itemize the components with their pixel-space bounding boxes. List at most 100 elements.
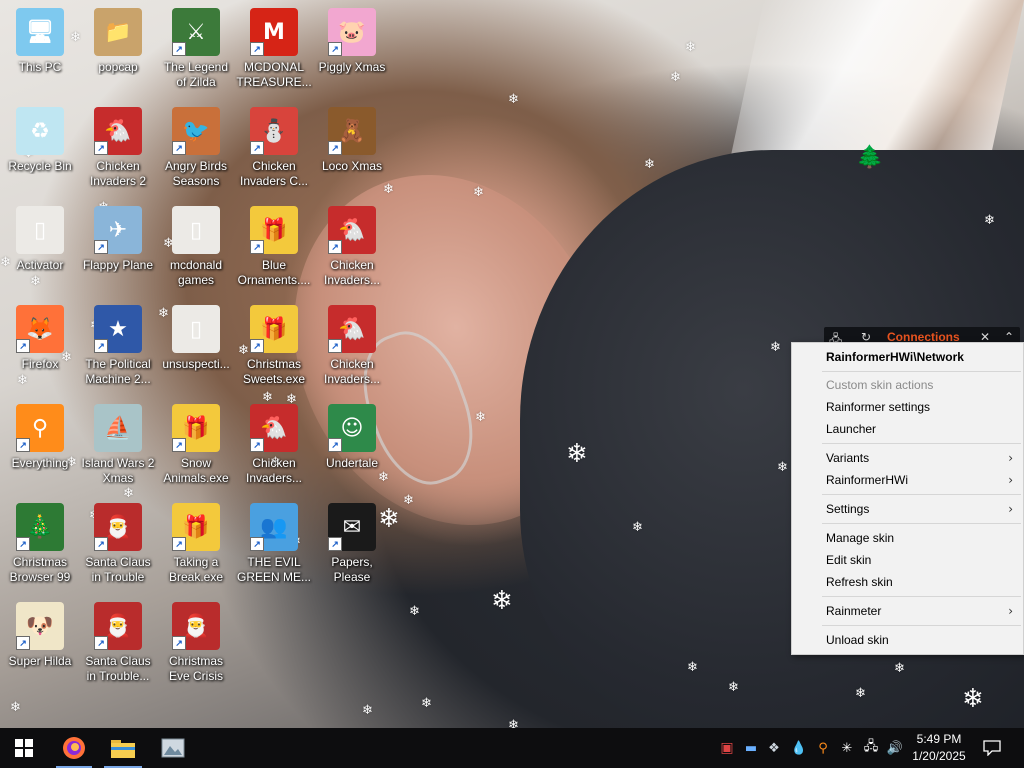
plane-icon: ✈ ↗	[94, 206, 142, 254]
search-icon: ⚲ ↗	[16, 404, 64, 452]
tray-network-button[interactable]: 🖧	[860, 728, 882, 768]
desktop-icon[interactable]: 🎁 ↗ Blue Ornaments....	[235, 201, 313, 293]
menu-item-unload-skin[interactable]: Unload skin	[792, 629, 1023, 651]
desktop-icon[interactable]: 🎁 ↗ Snow Animals.exe	[157, 399, 235, 491]
political-icon: ★ ↗	[94, 305, 142, 353]
desktop-icon[interactable]: 🎁 ↗ Christmas Sweets.exe	[235, 300, 313, 392]
desktop-icon[interactable]: 🎄 ↗ Christmas Browser 99	[1, 498, 79, 590]
menu-item-rainformerhwi[interactable]: RainformerHWi ›	[792, 469, 1023, 491]
shortcut-arrow-icon: ↗	[328, 240, 342, 254]
taskbar-clock[interactable]: 5:49 PM 1/20/2025	[908, 731, 970, 765]
desktop-icon-label: unsuspecti...	[162, 357, 230, 371]
desktop-icon-label: popcap	[98, 60, 138, 74]
tray-security-button[interactable]: ▣	[716, 728, 738, 768]
clock-date: 1/20/2025	[912, 749, 966, 763]
notification-center-button[interactable]	[978, 728, 1006, 768]
desktop-icon[interactable]: 🐶 ↗ Super Hilda	[1, 597, 79, 689]
firefox-icon	[63, 737, 85, 759]
desktop-icon-label: Taking a Break.exe	[168, 555, 224, 584]
desktop-icon[interactable]: ☺ ↗ Undertale	[313, 399, 391, 491]
desktop-icon-label: MCDONAL TREASURE...	[236, 60, 312, 89]
desktop-icon[interactable]: ⛄ ↗ Chicken Invaders C...	[235, 102, 313, 194]
desktop-icon[interactable]: 🖥 This PC	[1, 3, 79, 95]
file-icon: ▯	[172, 305, 220, 353]
tray-volume-button[interactable]: 🔊	[884, 728, 906, 768]
desktop-icon[interactable]: 🐔 ↗ Chicken Invaders 2	[79, 102, 157, 194]
shortcut-arrow-icon: ↗	[328, 537, 342, 551]
desktop-icon[interactable]: 🎅 ↗ Santa Claus in Trouble	[79, 498, 157, 590]
tray-display-button[interactable]: ▬	[740, 728, 762, 768]
desktop-icon[interactable]: ▯ unsuspecti...	[157, 300, 235, 392]
tray-droplet-button[interactable]: 💧	[788, 728, 810, 768]
desktop-icon[interactable]: 🧸 ↗ Loco Xmas	[313, 102, 391, 194]
desktop-icon[interactable]: ▯ Activator	[1, 201, 79, 293]
desktop-icon-label: Christmas Browser 99	[9, 555, 71, 584]
desktop-icon[interactable]: 👥 ↗ THE EVIL GREEN ME...	[235, 498, 313, 590]
recycle-bin-icon: ♻	[16, 107, 64, 155]
santa-icon: 🎅 ↗	[172, 602, 220, 650]
shortcut-arrow-icon: ↗	[94, 636, 108, 650]
shortcut-arrow-icon: ↗	[94, 537, 108, 551]
desktop-icon[interactable]: 🐦 ↗ Angry Birds Seasons	[157, 102, 235, 194]
desktop-icon-label: Santa Claus in Trouble... A...	[85, 654, 151, 683]
desktop-icon[interactable]: M ↗ MCDONAL TREASURE...	[235, 3, 313, 95]
icon-glyph: 🖥	[26, 19, 54, 45]
taskbar-file-explorer-button[interactable]	[98, 728, 148, 768]
menu-separator	[822, 371, 1021, 372]
desktop-icon-label: mcdonald games	[169, 258, 223, 287]
desktop-icon[interactable]: 🐔 ↗ Chicken Invaders...	[235, 399, 313, 491]
desktop-icon[interactable]: ♻ Recycle Bin	[1, 102, 79, 194]
menu-item-manage-skin[interactable]: Manage skin	[792, 527, 1023, 549]
desktop-icon[interactable]: ⛵ Island Wars 2 Xmas	[79, 399, 157, 491]
menu-item-variants[interactable]: Variants ›	[792, 447, 1023, 469]
desktop-icon[interactable]: 🎁 ↗ Taking a Break.exe	[157, 498, 235, 590]
menu-header: RainformerHWi\Network	[826, 350, 964, 364]
desktop-icon-label: Flappy Plane	[82, 258, 154, 272]
icon-glyph: ⛵	[104, 415, 132, 441]
desktop-icon-label: Piggly Xmas	[318, 60, 386, 74]
snowflake-icon: ✳	[841, 740, 853, 756]
christmas-tree-sprite-icon: 🌲	[856, 144, 884, 169]
shortcut-arrow-icon: ↗	[16, 339, 30, 353]
tray-everything-button[interactable]: ⚲	[812, 728, 834, 768]
taskbar-photos-button[interactable]	[148, 728, 198, 768]
desktop-icon-label: Island Wars 2 Xmas	[81, 456, 155, 485]
notification-icon	[983, 740, 1001, 756]
taskbar-firefox-button[interactable]	[50, 728, 98, 768]
folder-icon: 📁	[94, 8, 142, 56]
desktop-icon[interactable]: 🐷 ↗ Piggly Xmas	[313, 3, 391, 95]
menu-item-rainmeter[interactable]: Rainmeter ›	[792, 600, 1023, 622]
desktop-icon[interactable]: 📁 popcap	[79, 3, 157, 95]
desktop-icon[interactable]: ⚔ ↗ The Legend of Zilda	[157, 3, 235, 95]
desktop-icon[interactable]: ✉ ↗ Papers, Please	[313, 498, 391, 590]
menu-item-refresh-skin[interactable]: Refresh skin	[792, 571, 1023, 593]
menu-separator	[822, 596, 1021, 597]
desktop-icon-label: Firefox	[21, 357, 59, 371]
menu-item-launcher[interactable]: Launcher	[792, 418, 1023, 440]
security-icon: ▣	[720, 740, 734, 756]
desktop-icon[interactable]: ⚲ ↗ Everything	[1, 399, 79, 491]
desktop-icon[interactable]: ▯ mcdonald games	[157, 201, 235, 293]
desktop-icon-label: Chicken Invaders...	[245, 456, 303, 485]
menu-item-rainformer-settings[interactable]: Rainformer settings	[792, 396, 1023, 418]
undertale-icon: ☺ ↗	[328, 404, 376, 452]
desktop-icon[interactable]: ★ ↗ The Political Machine 2...	[79, 300, 157, 392]
desktop-icon[interactable]: 🐔 ↗ Chicken Invaders...	[313, 201, 391, 293]
desktop-icon[interactable]: ✈ ↗ Flappy Plane	[79, 201, 157, 293]
menu-item-custom-skin-actions: Custom skin actions	[826, 378, 934, 392]
desktop-icon[interactable]: 🦊 ↗ Firefox	[1, 300, 79, 392]
shortcut-arrow-icon: ↗	[172, 537, 186, 551]
menu-separator	[822, 443, 1021, 444]
tray-network-monitor-button[interactable]: ❖	[762, 728, 786, 768]
tray-snow-button[interactable]: ✳	[836, 728, 858, 768]
desktop-icon[interactable]: 🐔 ↗ Chicken Invaders...	[313, 300, 391, 392]
desktop-icon[interactable]: 🎅↗ Santa Claus in Trouble... A...	[79, 597, 157, 689]
desktop-icon-label: Chicken Invaders...	[323, 357, 381, 386]
desktop-icon[interactable]: 🎅 ↗ Christmas Eve Crisis	[157, 597, 235, 689]
gift-icon: 🎁 ↗	[172, 404, 220, 452]
start-button[interactable]	[0, 728, 48, 768]
shortcut-arrow-icon: ↗	[16, 537, 30, 551]
menu-item-edit-skin[interactable]: Edit skin	[792, 549, 1023, 571]
menu-item-settings[interactable]: Settings ›	[792, 498, 1023, 520]
menu-separator	[822, 523, 1021, 524]
